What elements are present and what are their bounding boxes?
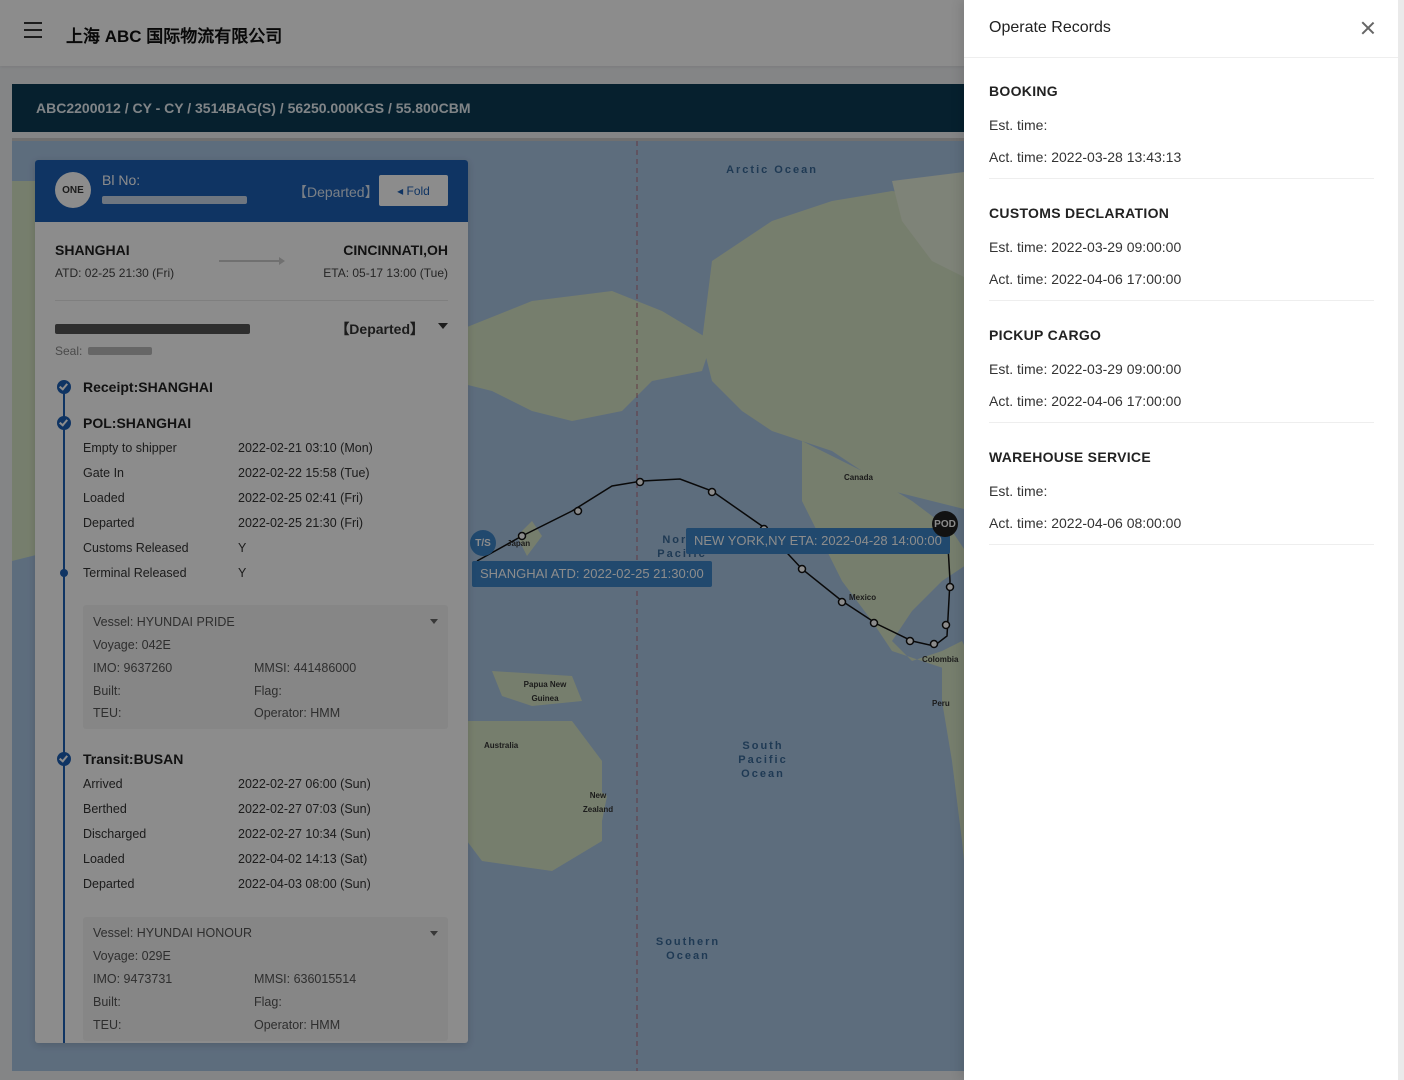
- record-customs: CUSTOMS DECLARATION Est. time: 2022-03-2…: [989, 179, 1374, 301]
- drawer-title: Operate Records: [989, 19, 1111, 36]
- page-scrollbar[interactable]: [1398, 0, 1404, 1080]
- record-act: Act. time: 2022-04-06 17:00:00: [989, 393, 1182, 409]
- record-est: Est. time:: [989, 483, 1048, 499]
- record-warehouse: WAREHOUSE SERVICE Est. time: Act. time: …: [989, 423, 1374, 545]
- record-est: Est. time: 2022-03-29 09:00:00: [989, 361, 1182, 377]
- record-act: Act. time: 2022-04-06 08:00:00: [989, 515, 1182, 531]
- record-est: Est. time:: [989, 117, 1048, 133]
- operate-records-drawer: Operate Records BOOKING Est. time: Act. …: [964, 0, 1398, 1080]
- record-booking: BOOKING Est. time: Act. time: 2022-03-28…: [989, 57, 1374, 179]
- record-est: Est. time: 2022-03-29 09:00:00: [989, 239, 1182, 255]
- modal-overlay[interactable]: [0, 0, 964, 1080]
- drawer-header: Operate Records: [964, 0, 1398, 58]
- record-title: BOOKING: [989, 83, 1058, 99]
- close-icon[interactable]: [1360, 20, 1376, 36]
- record-title: CUSTOMS DECLARATION: [989, 205, 1170, 221]
- record-title: WAREHOUSE SERVICE: [989, 449, 1151, 465]
- record-pickup: PICKUP CARGO Est. time: 2022-03-29 09:00…: [989, 301, 1374, 423]
- record-title: PICKUP CARGO: [989, 327, 1102, 343]
- record-act: Act. time: 2022-03-28 13:43:13: [989, 149, 1182, 165]
- record-act: Act. time: 2022-04-06 17:00:00: [989, 271, 1182, 287]
